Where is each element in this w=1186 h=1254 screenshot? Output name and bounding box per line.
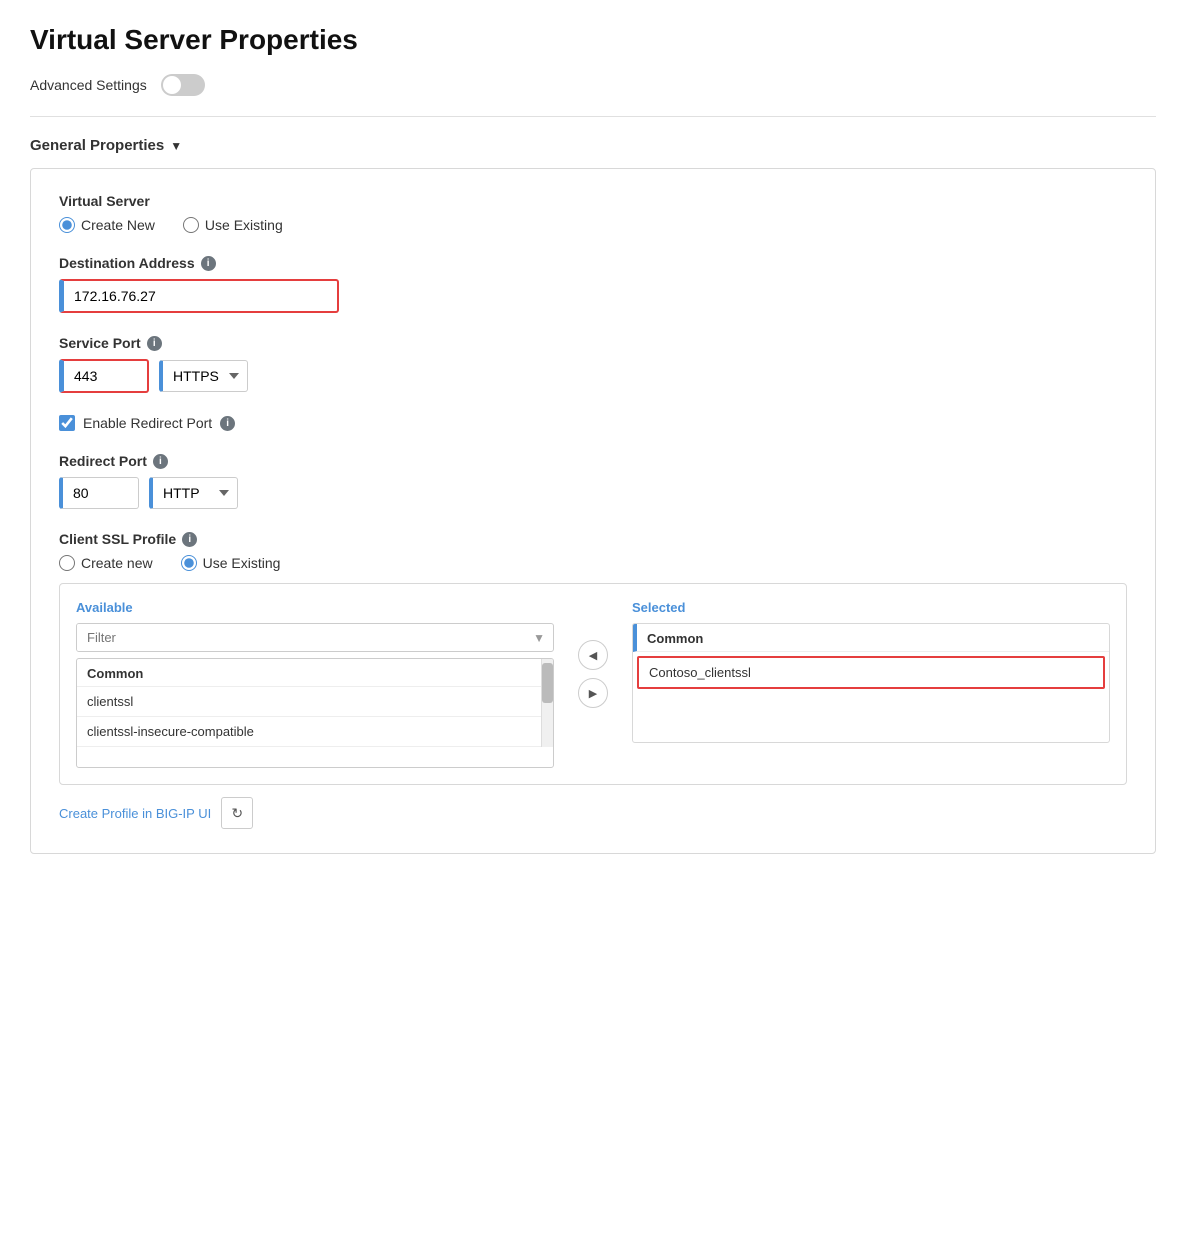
general-properties-label: General Properties xyxy=(30,137,164,154)
virtual-server-group: Virtual Server Create New Use Existing xyxy=(59,193,1127,233)
enable-redirect-port-row[interactable]: Enable Redirect Port i xyxy=(59,415,1127,431)
create-profile-row: Create Profile in BIG-IP UI ↻ xyxy=(59,797,1127,829)
list-box-inner: Common clientssl clientssl-insecure-comp… xyxy=(77,659,553,747)
general-properties-card: Virtual Server Create New Use Existing D… xyxy=(30,168,1156,854)
radio-ssl-use-existing-input[interactable] xyxy=(181,555,197,571)
advanced-settings-label: Advanced Settings xyxy=(30,77,147,93)
service-port-protocol-select[interactable]: HTTPS HTTP FTP TCP UDP xyxy=(159,360,248,392)
advanced-settings-toggle[interactable] xyxy=(161,74,205,96)
client-ssl-profile-label: Client SSL Profile i xyxy=(59,531,1127,547)
radio-ssl-create-new-input[interactable] xyxy=(59,555,75,571)
available-panel: Available ▼ Common clientssl clientssl-i… xyxy=(76,600,554,768)
create-profile-link[interactable]: Create Profile in BIG-IP UI xyxy=(59,806,211,821)
radio-ssl-create-new[interactable]: Create new xyxy=(59,555,153,571)
transfer-buttons: ◀ ▶ xyxy=(570,640,616,708)
list-items: Common clientssl clientssl-insecure-comp… xyxy=(77,659,541,747)
selected-group-header: Common xyxy=(633,624,1109,652)
selected-panel: Selected Common Contoso_clientssl xyxy=(632,600,1110,743)
redirect-port-row: 80 HTTP HTTPS FTP TCP UDP xyxy=(59,477,1127,509)
ssl-dual-panel: Available ▼ Common clientssl clientssl-i… xyxy=(59,583,1127,785)
refresh-button[interactable]: ↻ xyxy=(221,797,253,829)
destination-address-input[interactable]: 172.16.76.27 xyxy=(59,279,339,313)
redirect-port-input[interactable]: 80 xyxy=(59,477,139,509)
radio-use-existing-input[interactable] xyxy=(183,217,199,233)
available-group-header: Common xyxy=(77,659,541,687)
general-properties-arrow: ▼ xyxy=(170,139,182,153)
available-label: Available xyxy=(76,600,554,615)
filter-row: ▼ xyxy=(76,623,554,652)
radio-ssl-use-existing-label: Use Existing xyxy=(203,555,281,571)
enable-redirect-port-label: Enable Redirect Port xyxy=(83,415,212,431)
client-ssl-profile-info-icon[interactable]: i xyxy=(182,532,197,547)
redirect-port-info-icon[interactable]: i xyxy=(153,454,168,469)
virtual-server-label: Virtual Server xyxy=(59,193,1127,209)
divider xyxy=(30,116,1156,117)
redirect-port-protocol-select[interactable]: HTTP HTTPS FTP TCP UDP xyxy=(149,477,238,509)
radio-ssl-use-existing[interactable]: Use Existing xyxy=(181,555,281,571)
radio-create-new[interactable]: Create New xyxy=(59,217,155,233)
list-item-clientssl[interactable]: clientssl xyxy=(77,687,541,717)
service-port-label: Service Port i xyxy=(59,335,1127,351)
filter-input[interactable] xyxy=(77,624,525,651)
radio-use-existing[interactable]: Use Existing xyxy=(183,217,283,233)
client-ssl-profile-section: Client SSL Profile i Create new Use Exis… xyxy=(59,531,1127,829)
service-port-group: Service Port i 443 HTTPS HTTP FTP TCP UD… xyxy=(59,335,1127,393)
selected-list-box: Common Contoso_clientssl xyxy=(632,623,1110,743)
move-left-button[interactable]: ◀ xyxy=(578,640,608,670)
advanced-settings-row: Advanced Settings xyxy=(30,74,1156,96)
radio-use-existing-label: Use Existing xyxy=(205,217,283,233)
destination-address-label: Destination Address i xyxy=(59,255,1127,271)
radio-ssl-create-new-label: Create new xyxy=(81,555,153,571)
service-port-info-icon[interactable]: i xyxy=(147,336,162,351)
available-list-box: Common clientssl clientssl-insecure-comp… xyxy=(76,658,554,768)
enable-redirect-port-checkbox[interactable] xyxy=(59,415,75,431)
destination-address-group: Destination Address i 172.16.76.27 xyxy=(59,255,1127,313)
destination-address-info-icon[interactable]: i xyxy=(201,256,216,271)
general-properties-heading[interactable]: General Properties ▼ xyxy=(30,137,1156,154)
page-title: Virtual Server Properties xyxy=(30,24,1156,56)
enable-redirect-port-info-icon[interactable]: i xyxy=(220,416,235,431)
list-item-clientssl-insecure[interactable]: clientssl-insecure-compatible xyxy=(77,717,541,747)
list-box-scrollbar[interactable] xyxy=(541,659,553,747)
selected-label: Selected xyxy=(632,600,1110,615)
service-port-row: 443 HTTPS HTTP FTP TCP UDP xyxy=(59,359,1127,393)
scrollbar-thumb xyxy=(542,663,553,703)
redirect-port-group: Redirect Port i 80 HTTP HTTPS FTP TCP UD… xyxy=(59,453,1127,509)
radio-create-new-input[interactable] xyxy=(59,217,75,233)
refresh-icon: ↻ xyxy=(231,805,243,822)
virtual-server-radio-group: Create New Use Existing xyxy=(59,217,1127,233)
client-ssl-radio-group: Create new Use Existing xyxy=(59,555,1127,571)
filter-icon: ▼ xyxy=(525,631,553,645)
service-port-input[interactable]: 443 xyxy=(59,359,149,393)
selected-item-contoso[interactable]: Contoso_clientssl xyxy=(637,656,1105,689)
move-right-button[interactable]: ▶ xyxy=(578,678,608,708)
redirect-port-label: Redirect Port i xyxy=(59,453,1127,469)
radio-create-new-label: Create New xyxy=(81,217,155,233)
